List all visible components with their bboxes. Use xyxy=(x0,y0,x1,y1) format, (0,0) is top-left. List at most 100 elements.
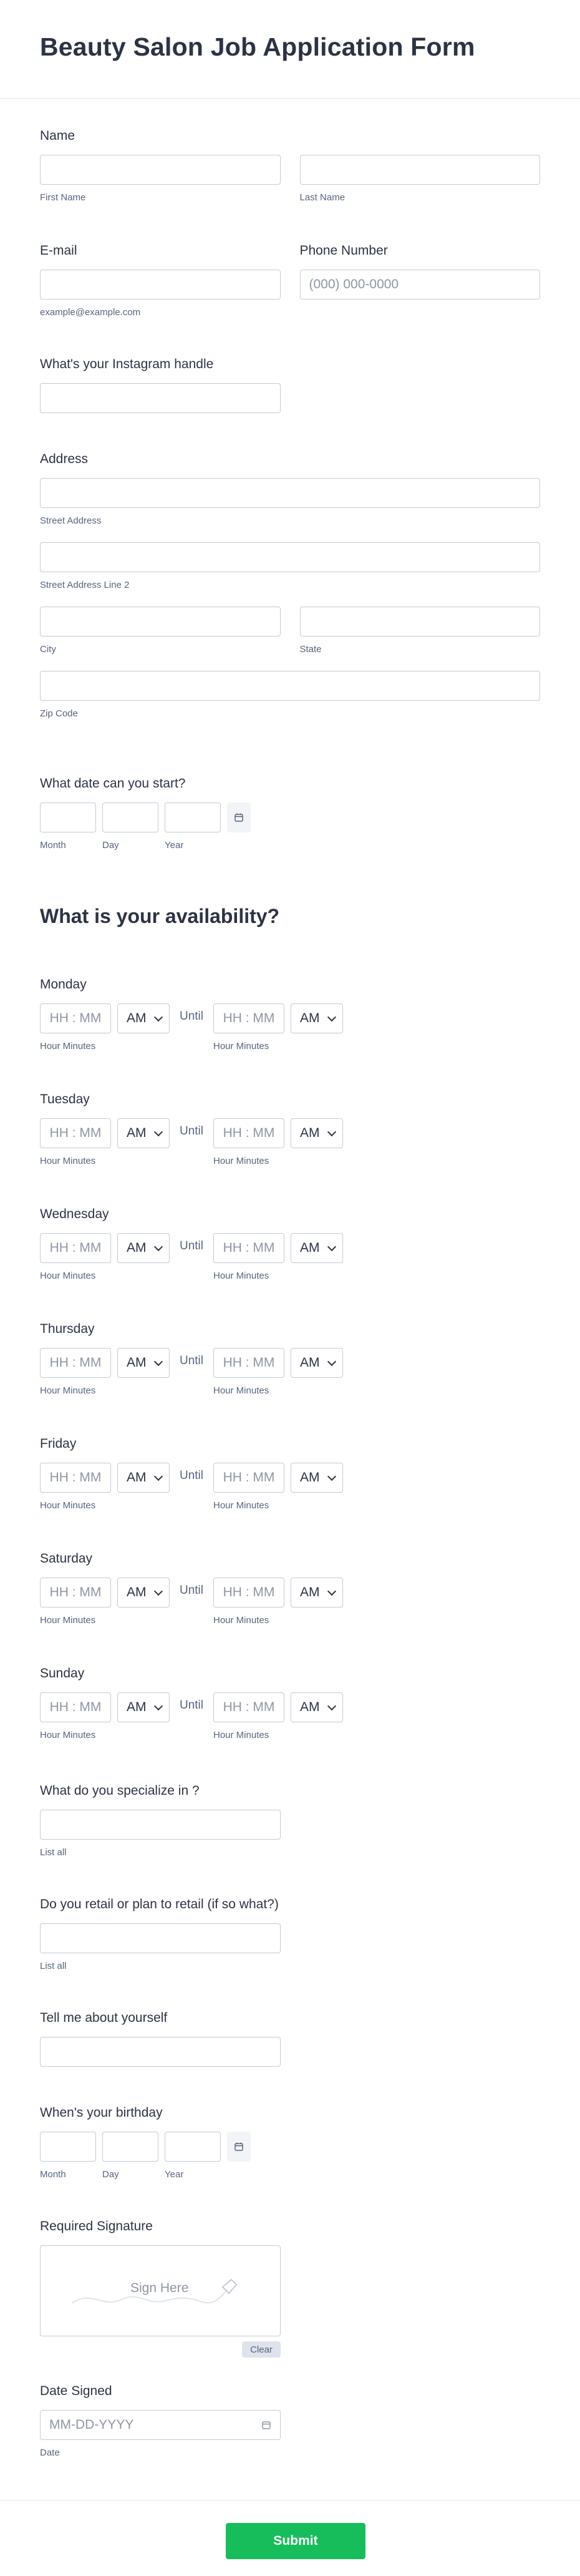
to-time-sublabel: Hour Minutes xyxy=(213,1271,269,1281)
ampm-value: AM xyxy=(127,1126,147,1140)
availability-day-saturday: Saturday HH : MM AM Hour Minutes Until HH : M… xyxy=(40,1551,540,1626)
to-ampm-select[interactable]: AM xyxy=(291,1003,343,1033)
street-address-input[interactable] xyxy=(40,478,540,508)
chevron-down-icon xyxy=(327,1012,337,1022)
about-input[interactable] xyxy=(40,2037,281,2067)
to-ampm-select[interactable]: AM xyxy=(291,1233,343,1263)
from-time-input[interactable]: HH : MM xyxy=(40,1348,111,1378)
start-year-input[interactable] xyxy=(165,803,221,832)
from-ampm-select[interactable]: AM xyxy=(117,1463,170,1493)
from-ampm-select[interactable]: AM xyxy=(117,1692,170,1722)
calendar-icon xyxy=(234,2142,243,2151)
day-label: Tuesday xyxy=(40,1092,90,1106)
from-time-input[interactable]: HH : MM xyxy=(40,1233,111,1263)
email-input[interactable] xyxy=(40,270,281,300)
to-time-input[interactable]: HH : MM xyxy=(213,1233,284,1263)
phone-input[interactable]: (000) 000-0000 xyxy=(299,270,540,300)
ampm-value: AM xyxy=(300,1585,320,1599)
start-date-calendar-button[interactable] xyxy=(227,803,251,832)
birthday-label: When's your birthday xyxy=(40,2105,163,2120)
chevron-down-icon xyxy=(327,1242,337,1251)
to-time-input[interactable]: HH : MM xyxy=(213,1118,284,1148)
birthday-day-input[interactable] xyxy=(102,2132,158,2162)
chevron-down-icon xyxy=(327,1471,337,1481)
instagram-input[interactable] xyxy=(40,383,281,413)
to-time-input[interactable]: HH : MM xyxy=(213,1348,284,1378)
to-ampm-select[interactable]: AM xyxy=(291,1463,343,1493)
form-header: Beauty Salon Job Application Form xyxy=(0,0,580,99)
contact-row: E-mail example@example.com Phone Number … xyxy=(40,243,540,318)
ampm-value: AM xyxy=(127,1241,147,1255)
until-label: Until xyxy=(179,1010,203,1023)
from-time-sublabel: Hour Minutes xyxy=(40,1041,96,1051)
day-label: Friday xyxy=(40,1437,77,1451)
to-time-input[interactable]: HH : MM xyxy=(213,1692,284,1722)
ampm-value: AM xyxy=(300,1011,320,1025)
date-signed-placeholder: MM-DD-YYYY xyxy=(49,2417,134,2432)
signature-clear-button[interactable]: Clear xyxy=(242,2341,281,2358)
ampm-value: AM xyxy=(127,1700,147,1714)
retail-sublabel: List all xyxy=(40,1961,67,1971)
from-time-input[interactable]: HH : MM xyxy=(40,1003,111,1033)
from-time-sublabel: Hour Minutes xyxy=(40,1385,96,1396)
availability-heading: What is your availability? xyxy=(40,905,540,928)
from-time-input[interactable]: HH : MM xyxy=(40,1463,111,1493)
from-ampm-select[interactable]: AM xyxy=(117,1233,170,1263)
instagram-field: What's your Instagram handle xyxy=(40,357,540,413)
to-ampm-select[interactable]: AM xyxy=(291,1692,343,1722)
to-time-sublabel: Hour Minutes xyxy=(213,1500,269,1511)
specialize-input[interactable] xyxy=(40,1810,281,1840)
signature-label: Required Signature xyxy=(40,2219,153,2233)
from-time-input[interactable]: HH : MM xyxy=(40,1578,111,1608)
until-label: Until xyxy=(179,1469,203,1482)
last-name-input[interactable] xyxy=(299,155,540,185)
chevron-down-icon xyxy=(153,1471,163,1481)
to-time-input[interactable]: HH : MM xyxy=(213,1463,284,1493)
state-input[interactable] xyxy=(299,607,540,637)
zip-code-sublabel: Zip Code xyxy=(40,708,78,719)
ampm-value: AM xyxy=(300,1470,320,1485)
submit-button[interactable]: Submit xyxy=(226,2523,365,2559)
to-time-input[interactable]: HH : MM xyxy=(213,1003,284,1033)
until-label: Until xyxy=(179,1239,203,1252)
until-label: Until xyxy=(179,1354,203,1367)
signature-pad[interactable]: Sign Here xyxy=(40,2245,281,2336)
from-ampm-select[interactable]: AM xyxy=(117,1348,170,1378)
until-label: Until xyxy=(179,1584,203,1597)
signature-field: Required Signature Sign Here Clear xyxy=(40,2219,540,2358)
day-label: Saturday xyxy=(40,1551,93,1566)
from-ampm-select[interactable]: AM xyxy=(117,1118,170,1148)
form-title: Beauty Salon Job Application Form xyxy=(40,32,475,61)
until-label: Until xyxy=(179,1699,203,1712)
start-month-input[interactable] xyxy=(40,803,96,832)
first-name-input[interactable] xyxy=(40,155,281,185)
birthday-calendar-button[interactable] xyxy=(227,2132,251,2162)
retail-field: Do you retail or plan to retail (if so w… xyxy=(40,1897,540,1971)
start-day-input[interactable] xyxy=(102,803,158,832)
street-address-2-input[interactable] xyxy=(40,542,540,572)
birthday-month-input[interactable] xyxy=(40,2132,96,2162)
address-label: Address xyxy=(40,452,89,466)
from-ampm-select[interactable]: AM xyxy=(117,1003,170,1033)
date-signed-input[interactable]: MM-DD-YYYY xyxy=(40,2410,281,2440)
start-date-label: What date can you start? xyxy=(40,776,186,791)
to-ampm-select[interactable]: AM xyxy=(291,1118,343,1148)
retail-input[interactable] xyxy=(40,1923,281,1953)
day-label: Sunday xyxy=(40,1666,85,1681)
from-time-input[interactable]: HH : MM xyxy=(40,1118,111,1148)
from-time-input[interactable]: HH : MM xyxy=(40,1692,111,1722)
zip-code-input[interactable] xyxy=(40,671,540,701)
last-name-sublabel: Last Name xyxy=(299,192,346,203)
city-input[interactable] xyxy=(40,607,281,637)
ampm-value: AM xyxy=(300,1241,320,1255)
ampm-value: AM xyxy=(300,1355,320,1370)
availability-day-tuesday: Tuesday HH : MM AM Hour Minutes Until HH : MM… xyxy=(40,1092,540,1166)
from-time-sublabel: Hour Minutes xyxy=(40,1730,96,1740)
to-time-input[interactable]: HH : MM xyxy=(213,1578,284,1608)
to-ampm-select[interactable]: AM xyxy=(291,1578,343,1608)
birthday-year-sublabel: Year xyxy=(165,2169,184,2180)
to-ampm-select[interactable]: AM xyxy=(291,1348,343,1378)
from-ampm-select[interactable]: AM xyxy=(117,1578,170,1608)
birthday-year-input[interactable] xyxy=(165,2132,221,2162)
calendar-icon[interactable] xyxy=(261,2420,271,2430)
